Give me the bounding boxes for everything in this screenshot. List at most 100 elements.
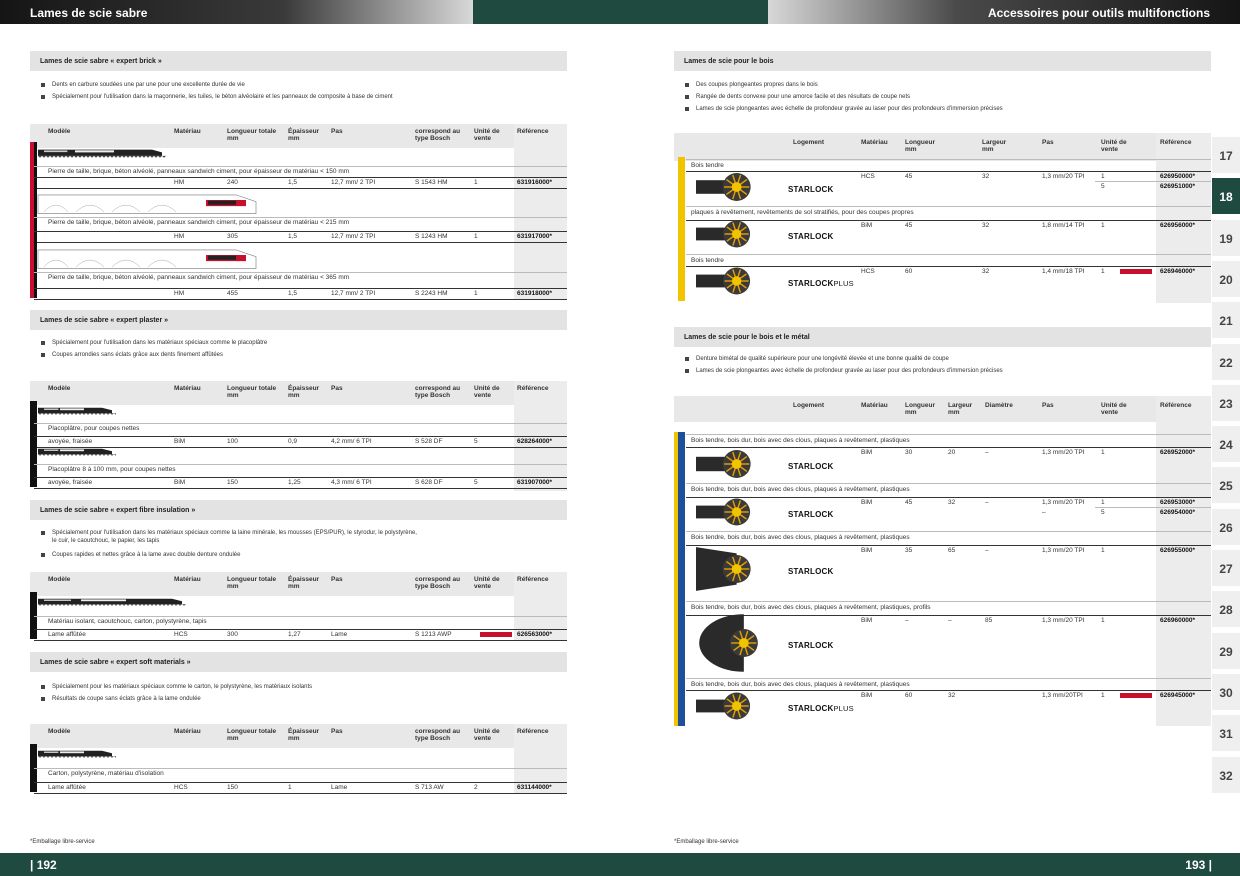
chapter-tab-29[interactable]: 29 xyxy=(1212,632,1240,669)
column-header: Épaisseur mm xyxy=(288,576,320,590)
column-header: Longueur totale mm xyxy=(227,385,277,399)
bullet-item: Lames de scie plongeantes avec échelle d… xyxy=(682,368,1209,375)
product-description: plaques à revêtement, revêtements de sol… xyxy=(691,209,914,216)
chapter-tab-31[interactable]: 31 xyxy=(1212,715,1240,752)
column-header: Matériau xyxy=(174,385,201,392)
new-badge: NOUVEAU xyxy=(1120,269,1152,274)
bullet-item: Des coupes plongeantes propres dans le b… xyxy=(682,82,1209,89)
bullet-item: Spécialement pour les matériaux spéciaux… xyxy=(38,684,565,691)
reference-number: 626563000* xyxy=(517,631,553,638)
oscillating-blade-image xyxy=(699,614,758,672)
product-description: Pierre de taille, brique, béton alvéolé,… xyxy=(48,219,350,226)
footer-bar xyxy=(0,853,1240,876)
table-cell: – xyxy=(985,449,989,456)
table-cell: 1,25 xyxy=(288,479,301,486)
table-cell: 150 xyxy=(227,479,238,486)
footnote-left: *Emballage libre-service xyxy=(30,839,95,845)
table-cell: 5 xyxy=(474,479,478,486)
table-cell: 1 xyxy=(474,179,478,186)
table-cell: BiM xyxy=(861,692,873,699)
table-cell: – xyxy=(1042,509,1046,516)
reference-number: 626960000* xyxy=(1160,617,1196,624)
row-rule-bottom xyxy=(34,488,567,489)
table-cell: BiM xyxy=(861,449,873,456)
row-rule xyxy=(686,220,1211,221)
bullet-item: Spécialement pour l'utilisation dans la … xyxy=(38,94,565,101)
row-divider xyxy=(686,206,1211,207)
row-rule xyxy=(34,436,567,437)
chapter-tab-22[interactable]: 22 xyxy=(1212,343,1240,380)
table-cell: S 528 DF xyxy=(415,438,443,445)
header-center-bar xyxy=(473,0,768,24)
chapter-tab-19[interactable]: 19 xyxy=(1212,219,1240,256)
chapter-tab-24[interactable]: 24 xyxy=(1212,426,1240,463)
reference-number: 626950000* xyxy=(1160,173,1196,180)
product-description: Bois tendre xyxy=(691,162,724,169)
bullet-item: Coupes arrondies sans éclats grâce aux d… xyxy=(38,352,565,359)
product-description: Bois tendre, bois dur, bois avec des clo… xyxy=(691,534,910,541)
table-cell: BiM xyxy=(861,499,873,506)
chapter-tab-30[interactable]: 30 xyxy=(1212,673,1240,710)
table-cell: 1 xyxy=(1101,222,1105,229)
row-divider xyxy=(34,166,567,167)
row-divider xyxy=(686,601,1211,602)
row-rule xyxy=(34,477,567,478)
column-header: Longueur totale mm xyxy=(227,576,277,590)
chapter-tab-17[interactable]: 17 xyxy=(1212,137,1240,173)
row-divider xyxy=(686,678,1211,679)
chapter-tab-26[interactable]: 26 xyxy=(1212,508,1240,545)
chapter-tab-25[interactable]: 25 xyxy=(1212,467,1240,504)
row-rule xyxy=(686,615,1211,616)
column-header: Épaisseur mm xyxy=(288,728,320,742)
table-cell: 5 xyxy=(1101,183,1105,190)
chapter-tab-23[interactable]: 23 xyxy=(1212,384,1240,421)
chapter-tab-32[interactable]: 32 xyxy=(1212,756,1240,793)
column-header: Logement xyxy=(793,139,825,146)
column-header: Pas xyxy=(331,728,343,735)
table-cell: 60 xyxy=(905,268,913,275)
table-cell: 2 xyxy=(474,784,478,791)
starlock-logo-text: STARLOCK xyxy=(788,279,834,288)
table-cell: 1,5 xyxy=(288,233,298,240)
starlock-logo-text: STARLOCK xyxy=(788,704,834,713)
chapter-tab-28[interactable]: 28 xyxy=(1212,591,1240,628)
table-cell: 4,2 mm/ 6 TPI xyxy=(331,438,372,445)
chapter-tab-21[interactable]: 21 xyxy=(1212,302,1240,339)
table-cell: S 1543 HM xyxy=(415,179,448,186)
reference-number: 631917000* xyxy=(517,233,553,240)
table-cell: 1,3 mm/20TPI xyxy=(1042,692,1083,699)
table-cell: 1,4 mm/18 TPI xyxy=(1042,268,1085,275)
chapter-tab-20[interactable]: 20 xyxy=(1212,260,1240,297)
starlock-logo: STARLOCKPLUS xyxy=(788,704,854,713)
starlock-logo-text: STARLOCK xyxy=(788,232,834,241)
column-header: Matériau xyxy=(174,576,201,583)
product-description: Placoplâtre 8 à 100 mm, pour coupes nett… xyxy=(48,466,176,473)
starlock-logo: STARLOCK xyxy=(788,232,833,241)
starlock-logo-text: STARLOCK xyxy=(788,510,834,519)
chapter-tab-18[interactable]: 18 xyxy=(1212,178,1240,215)
table-cell: 1,5 xyxy=(288,179,298,186)
page-number-right: 193 | xyxy=(1185,858,1212,872)
chapter-tab-27[interactable]: 27 xyxy=(1212,550,1240,586)
row-rule xyxy=(686,171,1211,172)
table-cell: 60 xyxy=(905,692,913,699)
table-cell: 1 xyxy=(288,784,292,791)
section-heading: Lames de scie pour le bois et le métal xyxy=(674,327,1211,347)
oscillating-blade-image xyxy=(696,173,751,201)
saw-blade-image xyxy=(37,194,257,214)
saw-blade-image xyxy=(38,750,116,758)
table-cell: 12,7 mm/ 2 TPI xyxy=(331,290,376,297)
column-header: Unité de vente xyxy=(474,576,500,590)
table-cell: HCS xyxy=(861,268,875,275)
reference-number: 626955000* xyxy=(1160,547,1196,554)
column-header: Matériau xyxy=(861,402,888,409)
row-rule-bottom xyxy=(34,640,567,641)
table-cell: 1,8 mm/14 TPI xyxy=(1042,222,1085,229)
column-header: Référence xyxy=(517,128,549,135)
table-cell: 20 xyxy=(948,449,956,456)
table-cell: 1 xyxy=(474,233,478,240)
reference-number: 626952000* xyxy=(1160,449,1196,456)
table-cell: 30 xyxy=(905,449,913,456)
column-header: correspond au type Bosch xyxy=(415,728,461,742)
table-cell: Lame xyxy=(331,631,348,638)
